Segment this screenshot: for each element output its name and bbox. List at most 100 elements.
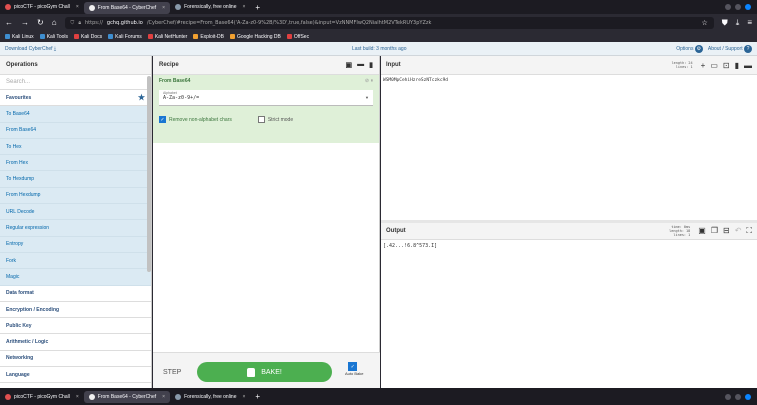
bake-button[interactable]: BAKE! <box>197 362 332 382</box>
offsec-icon <box>286 33 292 39</box>
browser-tab[interactable]: Forensically, free online × <box>170 390 250 404</box>
bookmark-star-icon[interactable]: ☆ <box>702 19 708 27</box>
bookmark-item[interactable]: Exploit-DB <box>193 34 224 40</box>
star-icon[interactable]: ★ <box>138 93 145 102</box>
tab-close-icon[interactable]: × <box>76 394 79 400</box>
category-item[interactable]: Networking <box>0 350 151 368</box>
exploit-db-icon <box>193 33 199 39</box>
layout-icon[interactable]: ▬ <box>744 61 752 70</box>
browser-tab-active[interactable]: From Base64 - CyberChef × <box>83 391 171 403</box>
new-tab-icon[interactable]: + <box>250 3 265 12</box>
tab-close-icon[interactable]: × <box>243 394 246 400</box>
tab-favicon-icon <box>5 4 11 10</box>
maximize-icon[interactable] <box>735 4 741 10</box>
bookmark-item[interactable]: Kali NetHunter <box>147 34 187 40</box>
operation-item[interactable]: Fork <box>0 252 151 270</box>
browser-tab[interactable]: Forensically, free online × <box>170 0 250 14</box>
operations-search-input[interactable]: Search... <box>0 75 151 90</box>
window-controls <box>725 393 757 400</box>
remove-nonalpha-checkbox[interactable]: ✓ Remove non-alphabet chars <box>159 116 232 123</box>
bookmark-item[interactable]: Kali Tools <box>39 34 68 40</box>
pause-icon[interactable]: ⏸︎ <box>370 78 373 84</box>
menu-icon[interactable]: ≡ <box>747 18 752 27</box>
minimize-icon[interactable] <box>725 393 731 400</box>
pocket-icon[interactable]: ⛊ <box>722 18 728 28</box>
replace-input-icon[interactable]: ⊟ <box>723 226 730 236</box>
operation-item[interactable]: To Base64 <box>0 106 151 123</box>
open-file-icon[interactable]: ⊡ <box>723 61 730 70</box>
operation-item[interactable]: From Hex <box>0 155 151 172</box>
auto-bake-toggle[interactable]: ✓ Auto Bake <box>345 362 363 376</box>
new-tab-icon[interactable]: + <box>250 392 265 401</box>
back-icon[interactable]: ← <box>5 18 13 27</box>
maximize-icon[interactable] <box>735 393 741 400</box>
download-cyberchef-link[interactable]: Download CyberChef ⤓ <box>5 46 56 52</box>
close-window-icon[interactable] <box>745 4 751 10</box>
forward-icon[interactable]: → <box>21 18 29 27</box>
downloads-icon[interactable]: ⤓ <box>736 18 740 28</box>
operation-item[interactable]: Entropy <box>0 236 151 253</box>
trash-icon[interactable]: ▮ <box>369 61 373 69</box>
url-bar[interactable]: ⛉ 🔒︎ https://gchq.github.io/CyberChef/#r… <box>64 16 714 29</box>
tab-close-icon[interactable]: × <box>243 4 246 10</box>
home-icon[interactable]: ⌂ <box>52 18 57 27</box>
alphabet-select[interactable]: Alphabet A-Za-z0-9+/= ▼ <box>159 90 373 106</box>
lock-icon[interactable]: 🔒︎ <box>78 20 81 26</box>
category-item[interactable]: Language <box>0 367 151 384</box>
bookmark-item[interactable]: Kali Linux <box>5 34 34 40</box>
recipe-operation-from-base64[interactable]: From Base64 ⊘ ⏸︎ Alphabet A-Za-z0-9+/= ▼… <box>153 75 379 143</box>
bookmark-label: Google Hacking DB <box>236 33 281 40</box>
folder-icon[interactable]: ▬ <box>357 61 364 69</box>
operation-item[interactable]: Magic <box>0 269 151 286</box>
save-output-icon[interactable]: ▣ <box>698 226 706 236</box>
bookmark-item[interactable]: OffSec <box>286 33 309 40</box>
category-item[interactable]: Public Key <box>0 318 151 335</box>
about-link[interactable]: About / Support ? <box>708 44 752 53</box>
tab-close-icon[interactable]: × <box>76 4 79 10</box>
add-input-icon[interactable]: + <box>701 61 706 70</box>
bookmark-item[interactable]: Google Hacking DB <box>229 33 281 40</box>
shield-icon[interactable]: ⛉ <box>71 20 75 26</box>
minimize-icon[interactable] <box>725 4 731 10</box>
options-link[interactable]: Options ⚙ <box>676 44 703 53</box>
category-item[interactable]: Data format <box>0 285 151 302</box>
save-icon[interactable]: ▣ <box>346 61 353 69</box>
checkbox-unchecked-icon[interactable] <box>257 116 265 123</box>
chevron-down-icon[interactable]: ▼ <box>365 95 369 100</box>
browser-nav-bar: ← → ↻ ⌂ ⛉ 🔒︎ https://gchq.github.io/Cybe… <box>0 14 757 31</box>
category-item[interactable]: Encryption / Encoding <box>0 301 151 319</box>
recipe-panel: Recipe ▣ ▬ ▮ From Base64 ⊘ ⏸︎ Alphabet A… <box>153 56 380 397</box>
input-textarea[interactable]: WSM0MpCehiHzreSzNTczkc9d <box>381 75 757 86</box>
browser-tab-bar: picoCTF - picoGym Chall × From Base64 - … <box>0 0 757 14</box>
disable-icon[interactable]: ⊘ <box>365 78 369 84</box>
undo-icon[interactable]: ↶ <box>735 226 742 236</box>
browser-tab[interactable]: picoCTF - picoGym Chall × <box>0 0 84 14</box>
operation-item[interactable]: URL Decode <box>0 204 151 221</box>
step-button[interactable]: STEP <box>163 369 181 376</box>
close-window-icon[interactable] <box>745 393 751 400</box>
browser-tab-active[interactable]: From Base64 - CyberChef × <box>83 1 171 14</box>
operation-item[interactable]: From Hexdump <box>0 187 151 205</box>
operation-item[interactable]: Regular expression <box>0 220 151 237</box>
operation-item[interactable]: From Base64 <box>0 122 151 139</box>
output-text: [.42...!6.8^573.I] <box>383 243 438 249</box>
operation-item[interactable]: To Hexdump <box>0 171 151 188</box>
chef-hat-icon <box>247 367 256 377</box>
bookmark-item[interactable]: Kali Forums <box>108 34 142 40</box>
open-folder-icon[interactable]: ▭ <box>710 61 718 70</box>
operations-scrollbar[interactable] <box>147 76 151 272</box>
copy-output-icon[interactable]: ❐ <box>711 226 718 236</box>
tab-close-icon[interactable]: × <box>162 394 165 400</box>
strict-mode-checkbox[interactable]: Strict mode <box>257 116 293 123</box>
bookmark-item[interactable]: Kali Docs <box>74 34 102 40</box>
category-item[interactable]: Arithmetic / Logic <box>0 334 151 351</box>
favourites-category[interactable]: Favourites ★ <box>0 90 151 107</box>
operation-item[interactable]: To Hex <box>0 138 151 156</box>
maximize-output-icon[interactable]: ⛶ <box>746 226 752 236</box>
clear-input-icon[interactable]: ▮ <box>735 61 739 70</box>
browser-tab[interactable]: picoCTF - picoGym Chall × <box>0 390 84 404</box>
checkbox-checked-icon[interactable]: ✓ <box>348 362 358 371</box>
tab-close-icon[interactable]: × <box>162 5 165 11</box>
reload-icon[interactable]: ↻ <box>37 18 44 27</box>
checkbox-checked-icon[interactable]: ✓ <box>159 116 166 123</box>
